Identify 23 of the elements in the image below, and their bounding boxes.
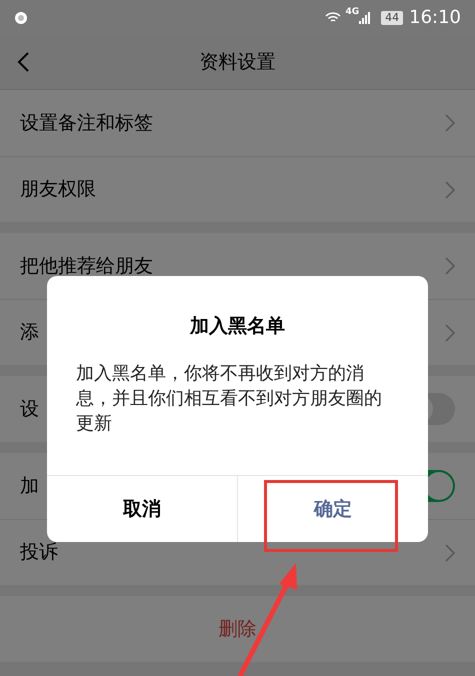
row-label: 删除 <box>218 620 256 638</box>
dialog-title: 加入黑名单 <box>190 314 285 339</box>
row-label: 添 <box>20 323 39 342</box>
row-label: 设置备注和标签 <box>20 114 153 132</box>
battery-indicator: 44 <box>381 10 404 24</box>
chevron-right-icon <box>445 544 455 562</box>
network-label: 4G <box>345 6 360 19</box>
back-icon[interactable] <box>17 52 29 72</box>
row-label: 朋友权限 <box>20 180 96 199</box>
row-label: 加 <box>20 476 39 496</box>
chevron-right-icon <box>445 324 455 342</box>
dialog-message: 加入黑名单，你将不再收到对方的消息，并且你们相互看不到对方朋友圈的更新 <box>76 362 383 436</box>
chevron-right-icon <box>445 180 455 198</box>
chevron-right-icon <box>445 114 455 132</box>
chevron-right-icon <box>445 257 455 275</box>
page-title: 资料设置 <box>200 50 276 75</box>
clock-time: 16:10 <box>409 6 461 30</box>
row-label: 投诉 <box>20 543 58 562</box>
wifi-icon <box>325 12 342 24</box>
dialog-button[interactable]: 确定 <box>237 476 428 542</box>
signal-icon <box>359 12 372 24</box>
row-label: 把他推荐给朋友 <box>20 256 153 276</box>
row-label: 设 <box>20 400 39 418</box>
